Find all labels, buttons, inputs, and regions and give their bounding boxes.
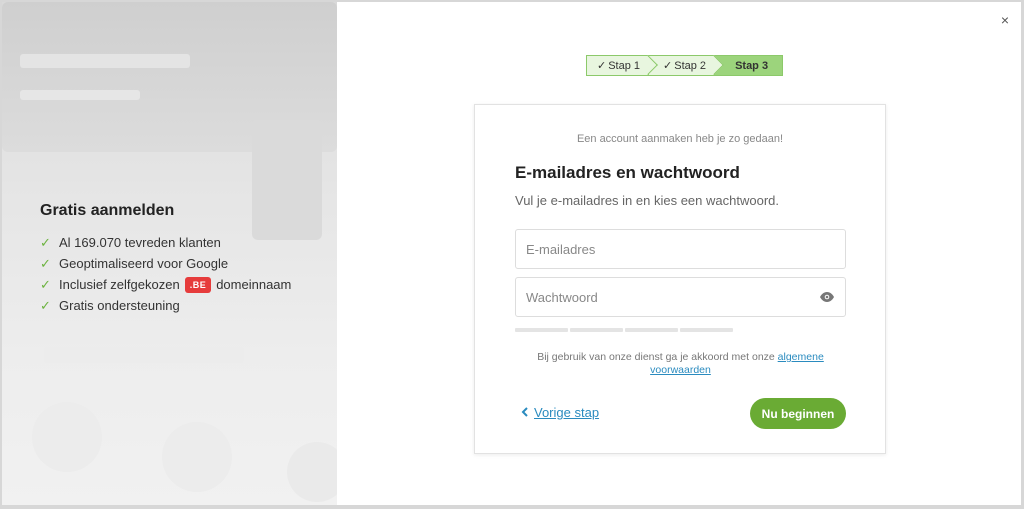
password-strength-meter xyxy=(515,328,733,332)
check-icon: ✓ xyxy=(663,60,673,72)
back-button[interactable]: Vorige stap xyxy=(521,405,599,420)
step-1: ✓ Stap 1 xyxy=(586,55,658,76)
password-input[interactable] xyxy=(526,289,820,305)
strength-segment xyxy=(680,328,733,332)
background-decoration xyxy=(287,442,337,502)
benefits-list: ✓ Al 169.070 tevreden klanten ✓ Geoptima… xyxy=(40,232,291,316)
be-domain-badge: .BE xyxy=(184,276,212,293)
background-decoration xyxy=(20,90,140,100)
benefit-text: Geoptimaliseerd voor Google xyxy=(59,256,229,271)
benefit-text: Gratis ondersteuning xyxy=(59,298,180,313)
check-icon: ✓ xyxy=(40,255,51,271)
start-button[interactable]: Nu beginnen xyxy=(750,398,846,429)
step-3: Stap 3 xyxy=(715,55,784,76)
eye-icon[interactable] xyxy=(820,289,835,305)
benefits-block: Gratis aanmelden ✓ Al 169.070 tevreden k… xyxy=(40,202,291,316)
benefit-text: domeinnaam xyxy=(216,277,292,292)
check-icon: ✓ xyxy=(40,297,51,313)
strength-segment xyxy=(625,328,678,332)
step-label: Stap 3 xyxy=(735,59,769,72)
card-description: Vul je e-mailadres in en kies een wachtw… xyxy=(515,193,779,208)
chevron-left-icon xyxy=(521,406,528,420)
password-field[interactable] xyxy=(515,277,846,317)
step-label: Stap 2 xyxy=(674,59,707,72)
benefit-text: Al 169.070 tevreden klanten xyxy=(59,235,221,250)
background-decoration xyxy=(44,347,244,363)
benefit-item: ✓ Geoptimaliseerd voor Google xyxy=(40,253,291,274)
email-field[interactable] xyxy=(515,229,846,269)
background-decoration xyxy=(20,54,190,68)
benefit-text: Inclusief zelfgekozen xyxy=(59,277,180,292)
close-icon[interactable]: × xyxy=(1001,12,1009,28)
check-icon: ✓ xyxy=(40,234,51,250)
signup-card: Een account aanmaken heb je zo gedaan! E… xyxy=(474,104,886,454)
terms-text: Bij gebruik van onze dienst ga je akkoor… xyxy=(537,351,775,363)
card-subtitle: Een account aanmaken heb je zo gedaan! xyxy=(576,133,784,145)
benefit-item: ✓ Gratis ondersteuning xyxy=(40,295,291,316)
strength-segment xyxy=(515,328,568,332)
benefit-item: ✓ Al 169.070 tevreden klanten xyxy=(40,232,291,253)
background-decoration xyxy=(32,402,102,472)
back-label: Vorige stap xyxy=(534,405,600,420)
step-2: ✓ Stap 2 xyxy=(649,55,724,76)
step-progress: ✓ Stap 1 ✓ Stap 2 Stap 3 xyxy=(586,55,784,76)
signup-modal: Gratis aanmelden ✓ Al 169.070 tevreden k… xyxy=(2,2,1021,505)
check-icon: ✓ xyxy=(40,276,51,292)
email-input[interactable] xyxy=(526,241,835,257)
background-decoration xyxy=(162,422,232,492)
benefit-item: ✓ Inclusief zelfgekozen .BE domeinnaam xyxy=(40,274,291,295)
card-title: E-mailadres en wachtwoord xyxy=(515,163,740,182)
terms-notice: Bij gebruik van onze dienst ga je akkoor… xyxy=(515,351,846,377)
left-panel: Gratis aanmelden ✓ Al 169.070 tevreden k… xyxy=(2,2,337,505)
strength-segment xyxy=(570,328,623,332)
benefits-title: Gratis aanmelden xyxy=(40,202,175,219)
check-icon: ✓ xyxy=(597,60,607,72)
step-label: Stap 1 xyxy=(608,59,641,72)
